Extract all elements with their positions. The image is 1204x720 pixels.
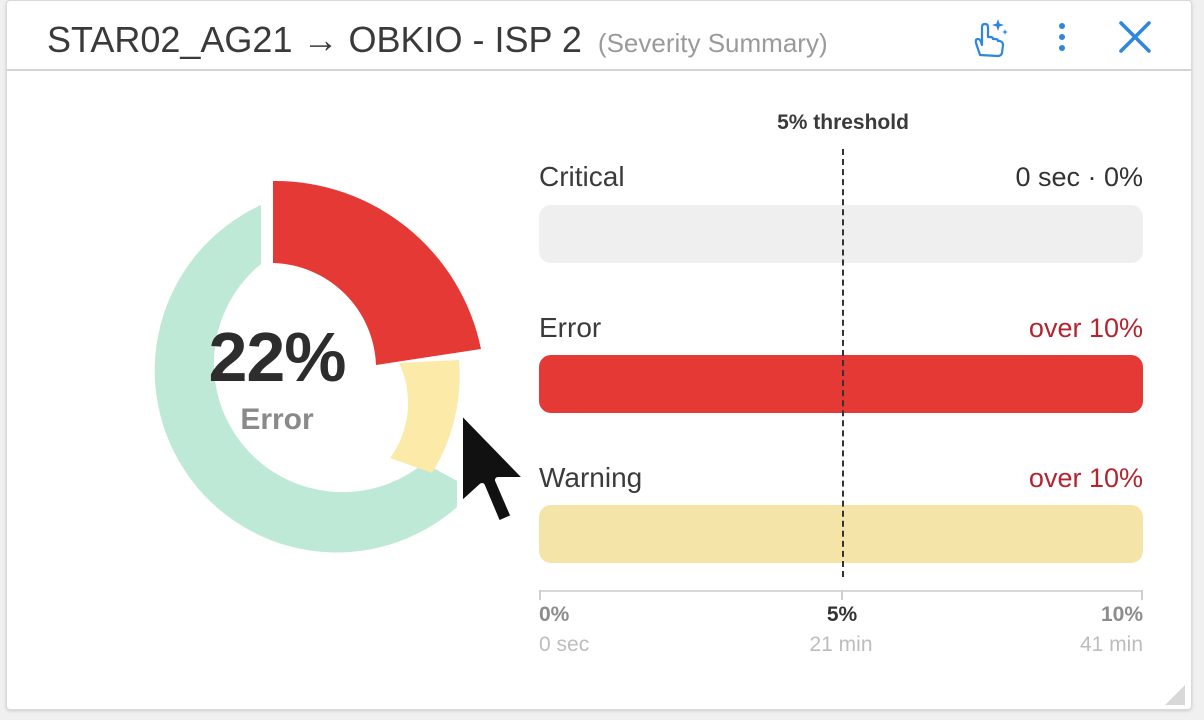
severity-summary-panel: STAR02_AG21 → OBKIO - ISP 2 (Severity Su… — [6, 0, 1192, 710]
critical-value: 0 sec · 0% — [1015, 162, 1143, 192]
threshold-label: 5% threshold — [777, 111, 909, 134]
critical-bar[interactable] — [539, 205, 1143, 263]
axis-tick-10 — [1141, 590, 1143, 600]
axis-tick-0 — [539, 590, 541, 600]
warning-value: over 10% — [1028, 463, 1143, 493]
gesture-tap-icon[interactable] — [965, 17, 1011, 58]
axis-label-5-time: 21 min — [809, 633, 873, 656]
mouse-pointer-icon — [457, 407, 531, 527]
resize-handle-icon[interactable] — [1165, 685, 1185, 705]
axis-label-10-time: 41 min — [1079, 633, 1143, 656]
panel-header: STAR02_AG21 → OBKIO - ISP 2 (Severity Su… — [7, 1, 1191, 71]
error-value: over 10% — [1028, 313, 1143, 343]
axis-label-10-pct: 10% — [1100, 603, 1143, 626]
error-bar[interactable] — [539, 355, 1143, 413]
panel-subtitle: (Severity Summary) — [597, 28, 828, 58]
axis-label-0-pct: 0% — [539, 603, 570, 626]
critical-label: Critical — [539, 161, 625, 192]
close-icon[interactable] — [1115, 17, 1155, 57]
panel-title: STAR02_AG21 → OBKIO - ISP 2 (Severity Su… — [47, 19, 828, 61]
warning-label: Warning — [539, 462, 643, 493]
axis-label-0-time: 0 sec — [539, 633, 590, 656]
axis-tick-5 — [841, 590, 843, 600]
donut-center-value: 22% — [208, 318, 346, 396]
panel-title-text: STAR02_AG21 → OBKIO - ISP 2 — [47, 19, 582, 60]
threshold-line — [842, 149, 844, 577]
donut-center-label: Error — [240, 403, 314, 436]
axis-label-5-pct: 5% — [826, 603, 858, 626]
warning-bar[interactable] — [539, 505, 1143, 563]
kebab-menu-icon[interactable] — [1047, 17, 1077, 57]
error-label: Error — [539, 312, 602, 343]
